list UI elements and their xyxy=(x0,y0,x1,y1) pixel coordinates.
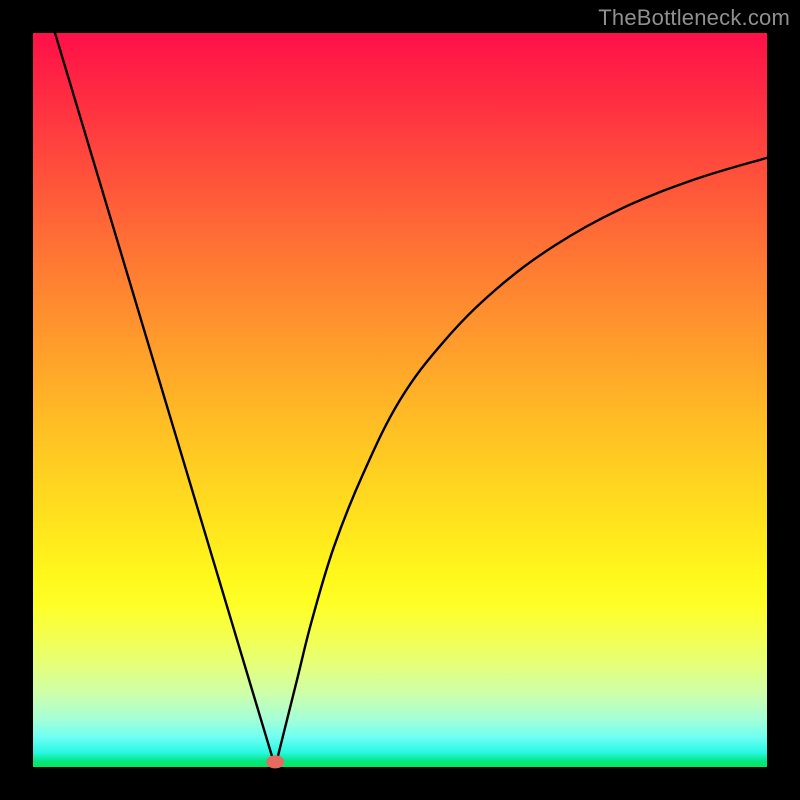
chart-frame: TheBottleneck.com xyxy=(0,0,800,800)
curve-layer xyxy=(33,33,767,767)
plot-area xyxy=(33,33,767,767)
bottleneck-curve xyxy=(33,33,767,767)
watermark-text: TheBottleneck.com xyxy=(598,5,790,31)
marker-dot xyxy=(266,755,284,768)
